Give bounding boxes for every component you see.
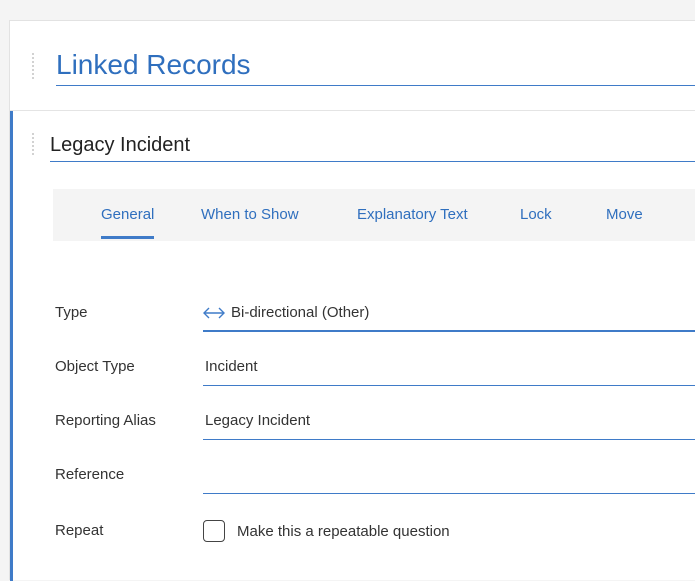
repeat-checkbox-label[interactable]: Make this a repeatable question [237,523,450,540]
object-type-label: Object Type [55,358,135,375]
tab-explanatory-text[interactable]: Explanatory Text [357,189,468,241]
tab-lock[interactable]: Lock [520,189,552,241]
tab-move[interactable]: Move [606,189,643,241]
section-title-field[interactable]: Linked Records [56,45,695,86]
reporting-alias-row: Reporting Alias Legacy Incident [53,394,695,448]
type-value: Bi-directional (Other) [231,304,370,321]
reporting-alias-field[interactable]: Legacy Incident [203,404,695,440]
reporting-alias-value: Legacy Incident [205,412,311,429]
object-type-row: Object Type Incident [53,340,695,394]
type-row: Type Bi-directional (Other) [53,286,695,340]
section-drag-handle-icon[interactable] [32,53,36,79]
reporting-alias-label: Reporting Alias [55,412,156,429]
form-panel: Linked Records Legacy Incident General W… [9,20,695,581]
object-type-value: Incident [205,358,258,375]
question-title: Legacy Incident [50,134,191,156]
question-drag-handle-icon[interactable] [32,133,36,155]
repeat-checkbox-control[interactable]: Make this a repeatable question [203,504,450,558]
repeat-row: Repeat Make this a repeatable question [53,504,695,558]
tab-when-to-show[interactable]: When to Show [201,189,299,241]
reference-row: Reference [53,448,695,502]
type-label: Type [55,304,88,321]
section-header: Linked Records [10,21,695,111]
type-field[interactable]: Bi-directional (Other) [203,296,695,332]
question-block: Legacy Incident General When to Show Exp… [10,111,695,581]
bidirectional-arrow-icon [203,307,225,319]
reference-label: Reference [55,466,125,483]
tab-general[interactable]: General [101,189,155,241]
repeat-label: Repeat [55,522,104,539]
question-title-field[interactable]: Legacy Incident [50,129,695,162]
question-tabs: General When to Show Explanatory Text Lo… [53,189,695,241]
repeat-checkbox[interactable] [203,520,225,542]
section-title: Linked Records [56,49,251,80]
object-type-field[interactable]: Incident [203,350,695,386]
reference-field[interactable] [203,458,695,494]
